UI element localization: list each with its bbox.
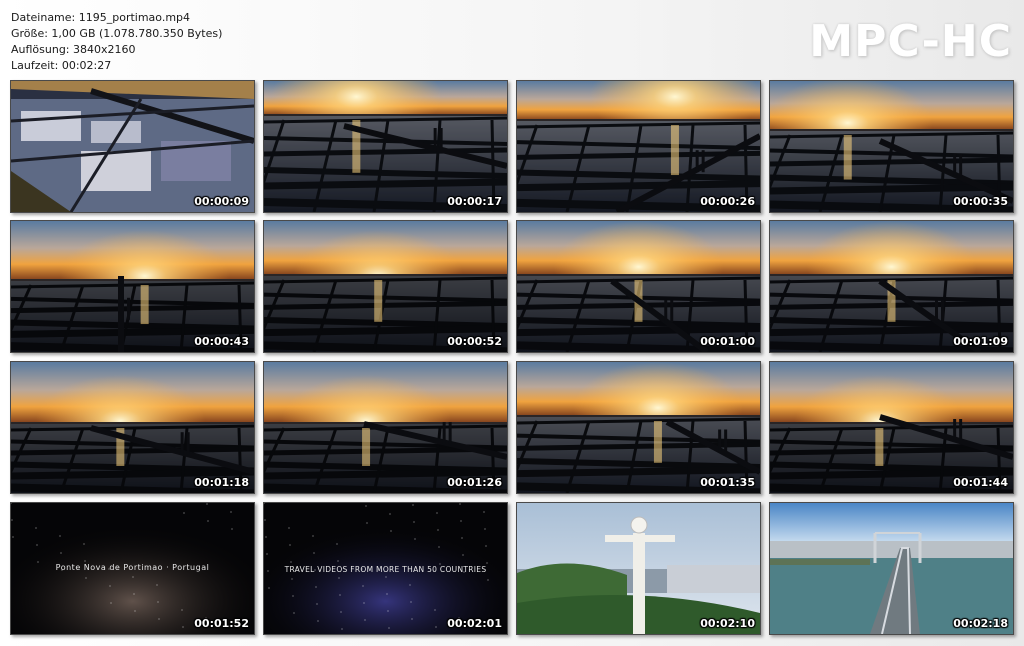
video-thumbnail[interactable]: TRAVEL VIDEOS FROM MORE THAN 50 COUNTRIE… <box>263 502 508 635</box>
thumbnail-image <box>517 503 760 634</box>
video-thumbnail[interactable]: 00:01:35 <box>516 361 761 494</box>
thumbnail-timestamp: 00:01:26 <box>447 476 502 489</box>
video-thumbnail[interactable]: 00:00:52 <box>263 220 508 353</box>
video-thumbnail[interactable]: 00:01:09 <box>769 220 1014 353</box>
video-thumbnail[interactable]: 00:00:09 <box>10 80 255 213</box>
title-card-caption: TRAVEL VIDEOS FROM MORE THAN 50 COUNTRIE… <box>284 565 487 574</box>
thumbnail-image <box>517 362 760 493</box>
thumbnail-image <box>517 221 760 352</box>
thumbnail-timestamp: 00:01:18 <box>194 476 249 489</box>
video-thumbnail[interactable]: 00:02:10 <box>516 502 761 635</box>
thumbnail-image <box>517 81 760 212</box>
thumbnail-timestamp: 00:01:09 <box>953 335 1008 348</box>
thumbnail-timestamp: 00:01:52 <box>194 617 249 630</box>
video-thumbnail[interactable]: 00:00:35 <box>769 80 1014 213</box>
thumbnail-image <box>770 362 1013 493</box>
thumbnail-timestamp: 00:01:35 <box>700 476 755 489</box>
thumbnail-timestamp: 00:00:52 <box>447 335 502 348</box>
title-card-caption: Ponte Nova de Portimao · Portugal <box>55 563 210 572</box>
thumbnail-image <box>11 81 254 212</box>
video-thumbnail[interactable]: 00:00:26 <box>516 80 761 213</box>
thumbnail-image <box>11 221 254 352</box>
thumbnail-timestamp: 00:00:17 <box>447 195 502 208</box>
thumbnail-image <box>770 81 1013 212</box>
video-thumbnail[interactable]: 00:02:18 <box>769 502 1014 635</box>
thumbnail-image <box>11 362 254 493</box>
thumbnail-image <box>264 221 507 352</box>
video-thumbnail[interactable]: 00:01:44 <box>769 361 1014 494</box>
thumbnail-timestamp: 00:01:44 <box>953 476 1008 489</box>
thumbnail-image <box>264 362 507 493</box>
video-thumbnail[interactable]: 00:00:43 <box>10 220 255 353</box>
video-thumbnail[interactable]: Ponte Nova de Portimao · Portugal 00:01:5… <box>10 502 255 635</box>
video-thumbnail[interactable]: 00:00:17 <box>263 80 508 213</box>
video-thumbnail[interactable]: 00:01:26 <box>263 361 508 494</box>
thumbnail-timestamp: 00:00:09 <box>194 195 249 208</box>
thumbnail-image <box>264 81 507 212</box>
thumbnail-timestamp: 00:00:26 <box>700 195 755 208</box>
thumbnail-grid: 00:00:09 00:00:17 00:00:26 00:00:35 00:0… <box>0 0 1024 646</box>
video-thumbnail[interactable]: 00:01:00 <box>516 220 761 353</box>
thumbnail-timestamp: 00:00:35 <box>953 195 1008 208</box>
thumbnail-timestamp: 00:02:10 <box>700 617 755 630</box>
thumbnail-timestamp: 00:00:43 <box>194 335 249 348</box>
thumbnail-timestamp: 00:02:01 <box>447 617 502 630</box>
thumbnail-image <box>770 221 1013 352</box>
thumbnail-image <box>770 503 1013 634</box>
thumbnail-timestamp: 00:01:00 <box>700 335 755 348</box>
thumbnail-timestamp: 00:02:18 <box>953 617 1008 630</box>
video-thumbnail[interactable]: 00:01:18 <box>10 361 255 494</box>
